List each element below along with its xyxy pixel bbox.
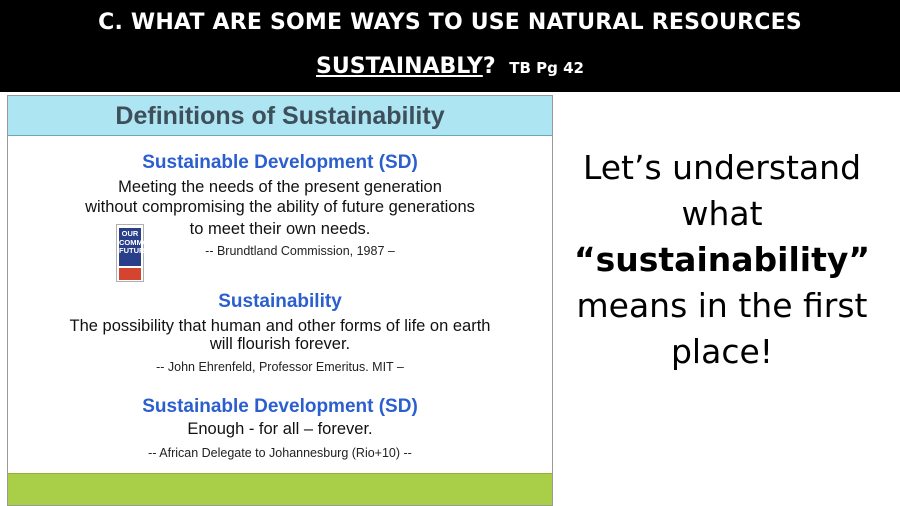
definition-1-line-2: without compromising the ability of futu… <box>85 198 475 216</box>
title-bar: C. WHAT ARE SOME WAYS TO USE NATURAL RES… <box>0 0 900 92</box>
title-question-mark: ? <box>482 54 496 79</box>
definition-2-heading: Sustainability <box>218 291 342 312</box>
definition-1-heading: Sustainable Development (SD) <box>142 152 418 173</box>
definition-3-line-1: Enough - for all – forever. <box>187 420 373 438</box>
definition-2-line-2: will flourish forever. <box>209 335 351 353</box>
slide-footer-band <box>8 473 552 505</box>
definition-1-citation: -- Brundtland Commission, 1987 – <box>205 244 395 258</box>
our-common-future-book-cover: OUR COMMON FUTURE <box>116 224 154 282</box>
slide-header: Definitions of Sustainability <box>8 96 552 136</box>
definition-1-line-3: to meet their own needs. <box>189 220 371 238</box>
title-line-1: C. WHAT ARE SOME WAYS TO USE NATURAL RES… <box>98 10 802 35</box>
title-keyword: SUSTAINABLY <box>316 54 483 79</box>
book-band <box>119 268 141 280</box>
textbook-reference: TB Pg 42 <box>509 59 584 77</box>
definition-3-citation: -- African Delegate to Johannesburg (Rio… <box>148 446 412 460</box>
side-text: Let’s understand what “sustainability” m… <box>562 145 882 375</box>
side-line-2: what <box>681 194 763 233</box>
definition-2-citation: -- John Ehrenfeld, Professor Emeritus. M… <box>156 360 404 374</box>
definition-2-line-1: The possibility that human and other for… <box>69 317 491 335</box>
definition-3-heading: Sustainable Development (SD) <box>142 396 418 417</box>
definitions-slide-image: Definitions of Sustainability Sustainabl… <box>7 95 553 506</box>
title-line-2: SUSTAINABLY? TB Pg 42 <box>0 54 900 79</box>
side-line-5: place! <box>670 332 773 371</box>
book-title: OUR COMMON FUTURE <box>119 228 154 266</box>
side-line-3: “sustainability” <box>573 240 871 279</box>
definition-1-line-1: Meeting the needs of the present generat… <box>118 178 442 196</box>
side-line-4: means in the first <box>576 286 868 325</box>
side-line-1: Let’s understand <box>582 148 862 187</box>
